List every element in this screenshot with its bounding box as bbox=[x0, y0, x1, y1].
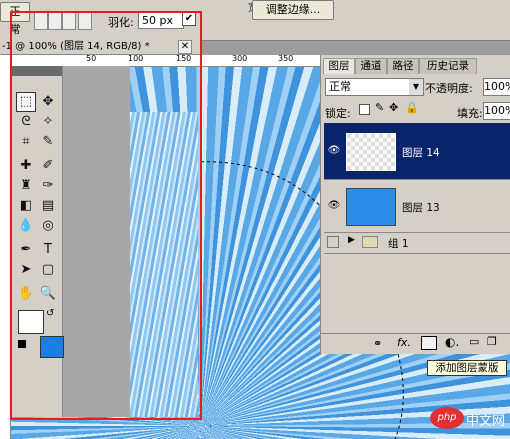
eye-icon[interactable]: 👁 bbox=[326, 143, 342, 159]
feather-label: 羽化: bbox=[108, 16, 134, 29]
eye-icon[interactable]: 👁 bbox=[326, 198, 342, 214]
new-group-icon[interactable]: ▭ bbox=[469, 335, 479, 348]
intersect-selection-icon[interactable] bbox=[78, 12, 92, 30]
document-canvas[interactable] bbox=[130, 112, 198, 417]
watermark-text: 中文网 bbox=[466, 414, 506, 429]
tab-history[interactable]: 历史记录 bbox=[419, 58, 477, 74]
move-tool-icon[interactable]: ✥ bbox=[38, 92, 58, 112]
blend-mode-value: 正常 bbox=[329, 80, 351, 93]
ruler-label: 50 bbox=[86, 54, 97, 63]
mode-menu[interactable]: 正常 bbox=[0, 2, 30, 36]
pasteboard bbox=[62, 66, 130, 417]
link-layers-icon[interactable]: ⚭ bbox=[373, 337, 382, 350]
ruler-label: 350 bbox=[278, 54, 294, 63]
marquee-tool-icon[interactable]: ⬚ bbox=[16, 92, 36, 112]
folder-icon bbox=[362, 236, 378, 248]
gradient-tool-icon[interactable]: ▤ bbox=[38, 196, 58, 216]
fill-input[interactable]: 100% bbox=[483, 102, 510, 120]
eraser-tool-icon[interactable]: ◧ bbox=[16, 196, 36, 216]
refine-edge-button[interactable]: 调整边缘... bbox=[252, 0, 334, 20]
layer-thumbnail bbox=[346, 188, 396, 226]
swap-colors-icon[interactable]: ↺ bbox=[46, 308, 54, 319]
type-tool-icon[interactable]: T bbox=[38, 240, 58, 260]
brush-tool-icon[interactable]: ✐ bbox=[38, 156, 58, 176]
toolbox: ⬚ ✥ ᘓ ✧ ⌗ ✎ ✚ ✐ ♜ ✑ ◧ ▤ 💧 ◎ ✒ T ➤ ▢ ✋ 🔍 … bbox=[10, 66, 64, 417]
foreground-color-swatch[interactable] bbox=[18, 310, 44, 334]
hand-tool-icon[interactable]: ✋ bbox=[16, 284, 36, 304]
lock-all-icon[interactable]: 🔒 bbox=[405, 101, 419, 114]
lock-transparency-icon[interactable] bbox=[359, 104, 370, 115]
adjustment-layer-icon[interactable]: ◐. bbox=[445, 335, 459, 349]
pen-tool-icon[interactable]: ✒ bbox=[16, 240, 36, 260]
options-bar: 正常 羽化: 50 px ✔ 宽度 调整边缘... bbox=[0, 0, 510, 41]
magic-wand-icon[interactable]: ✧ bbox=[38, 112, 58, 132]
shape-tool-icon[interactable]: ▢ bbox=[38, 260, 58, 280]
anti-alias-checkbox[interactable]: ✔ bbox=[182, 12, 196, 26]
fill-label: 填充: bbox=[457, 107, 483, 120]
layer-row-13[interactable]: 👁 图层 13 bbox=[324, 180, 510, 233]
layer-row-group-1[interactable]: ▶ 组 1 bbox=[324, 233, 510, 254]
blur-tool-icon[interactable]: 💧 bbox=[16, 216, 36, 236]
ruler-label: 300 bbox=[232, 54, 248, 63]
zoom-tool-icon[interactable]: 🔍 bbox=[38, 284, 58, 304]
default-colors-icon[interactable] bbox=[18, 340, 26, 348]
visibility-toggle[interactable] bbox=[327, 236, 339, 248]
new-selection-icon[interactable] bbox=[34, 12, 48, 30]
lock-pixels-icon[interactable]: ✎ bbox=[375, 101, 384, 114]
opacity-input[interactable]: 100% bbox=[483, 78, 510, 96]
subtract-selection-icon[interactable] bbox=[62, 12, 76, 30]
stamp-tool-icon[interactable]: ♜ bbox=[16, 176, 36, 196]
feather-input[interactable]: 50 px bbox=[138, 12, 184, 29]
tab-layers[interactable]: 图层 bbox=[323, 58, 355, 74]
document-title: -1 @ 100% (图层 14, RGB/8) * bbox=[2, 41, 150, 52]
layer-row-14[interactable]: 👁 图层 14 bbox=[324, 123, 510, 180]
path-select-icon[interactable]: ➤ bbox=[16, 260, 36, 280]
ruler-label: 100 bbox=[128, 54, 144, 63]
layer-thumbnail bbox=[346, 133, 396, 171]
toolbox-titlebar[interactable] bbox=[10, 66, 62, 76]
tooltip: 添加图层蒙版 bbox=[427, 360, 507, 376]
new-layer-icon[interactable]: ❐ bbox=[487, 335, 497, 348]
document-tab[interactable]: -1 @ 100% (图层 14, RGB/8) * ✕ bbox=[0, 40, 200, 55]
add-mask-icon[interactable] bbox=[421, 336, 437, 350]
add-selection-icon[interactable] bbox=[48, 12, 62, 30]
layer-style-icon[interactable]: fx. bbox=[397, 336, 411, 349]
history-brush-icon[interactable]: ✑ bbox=[38, 176, 58, 196]
watermark-logo: php 中文网 bbox=[430, 405, 506, 431]
close-icon[interactable]: ✕ bbox=[178, 40, 192, 54]
layers-panel-footer: ⚭ fx. ◐. ▭ ❐ bbox=[321, 333, 510, 354]
chevron-down-icon[interactable]: ▼ bbox=[409, 79, 423, 95]
tab-paths[interactable]: 路径 bbox=[387, 58, 419, 74]
ruler-label: 150 bbox=[176, 54, 192, 63]
eyedropper-icon[interactable]: ✎ bbox=[38, 132, 58, 152]
group-name[interactable]: 组 1 bbox=[388, 236, 409, 251]
opacity-label: 不透明度: bbox=[425, 82, 473, 95]
brand-badge: php bbox=[430, 407, 464, 429]
healing-brush-icon[interactable]: ✚ bbox=[16, 156, 36, 176]
background-color-swatch[interactable] bbox=[40, 336, 64, 358]
layer-name[interactable]: 图层 13 bbox=[402, 200, 440, 215]
dodge-tool-icon[interactable]: ◎ bbox=[38, 216, 58, 236]
expand-arrow-icon[interactable]: ▶ bbox=[348, 235, 355, 245]
lock-position-icon[interactable]: ✥ bbox=[389, 101, 398, 114]
lock-label: 锁定: bbox=[325, 107, 351, 120]
crop-tool-icon[interactable]: ⌗ bbox=[16, 132, 36, 152]
layer-name[interactable]: 图层 14 bbox=[402, 145, 440, 160]
blend-mode-select[interactable]: 正常 ▼ bbox=[325, 78, 424, 96]
tab-channels[interactable]: 通道 bbox=[355, 58, 387, 74]
lasso-tool-icon[interactable]: ᘓ bbox=[16, 112, 36, 132]
layers-panel: 图层 通道 路径 历史记录 正常 ▼ 不透明度: 100% 锁定: ✎ ✥ 🔒 … bbox=[320, 55, 510, 354]
